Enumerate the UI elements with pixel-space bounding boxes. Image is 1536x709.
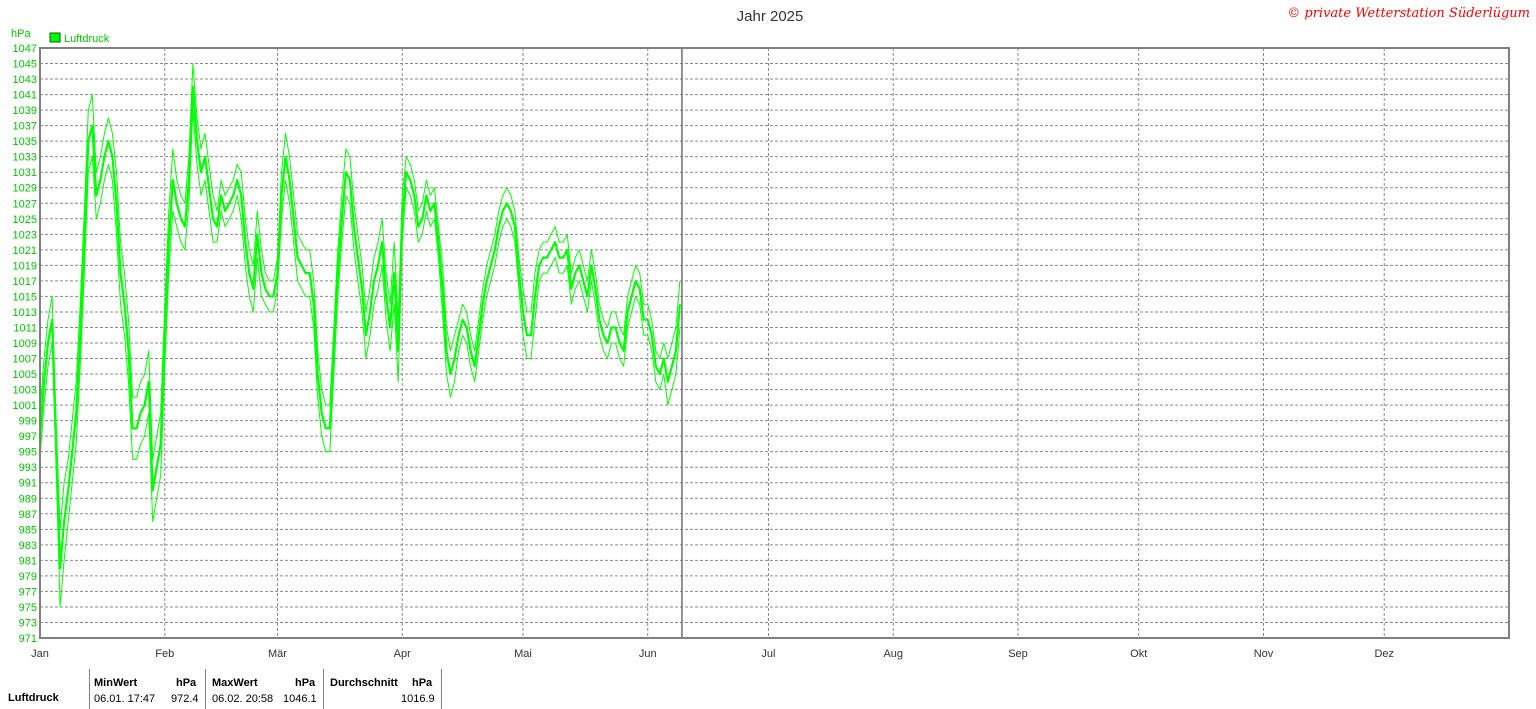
avg-unit: hPa [412, 677, 433, 689]
y-tick-label: 1001 [13, 400, 37, 412]
y-tick-label: 977 [19, 586, 37, 598]
y-tick-label: 1015 [13, 291, 37, 303]
stats-table: Luftdruck MinWert hPa 06.01. 17:47 972.4… [0, 669, 445, 709]
max-unit: hPa [295, 677, 316, 689]
x-tick-label: Nov [1254, 648, 1274, 660]
pressure-chart: Jahr 2025 © private Wetterstation Süderl… [11, 6, 1530, 660]
y-tick-label: 975 [19, 602, 37, 614]
max-header: MaxWert [212, 677, 258, 689]
stats-separator [205, 669, 206, 709]
grid-lines [40, 48, 1509, 638]
x-tick-label: Aug [883, 648, 903, 660]
max-date: 06.02. 20:58 [212, 693, 274, 705]
x-tick-label: Jul [761, 648, 775, 660]
min-header: MinWert [94, 677, 138, 689]
y-tick-label: 1025 [13, 214, 37, 226]
y-tick-label: 1043 [13, 74, 37, 86]
y-tick-label: 1027 [13, 198, 37, 210]
y-tick-label: 999 [19, 416, 37, 428]
y-tick-label: 1003 [13, 385, 37, 397]
y-tick-label: 1031 [13, 167, 37, 179]
avg-value: 1016.9 [401, 693, 435, 705]
y-tick-label: 985 [19, 524, 37, 536]
x-tick-label: Mär [268, 648, 287, 660]
stats-separator [441, 669, 442, 709]
x-tick-label: Apr [394, 648, 411, 660]
y-tick-label: 1045 [13, 59, 37, 71]
x-tick-label: Dez [1374, 648, 1394, 660]
y-tick-label: 991 [19, 478, 37, 490]
y-tick-label: 979 [19, 571, 37, 583]
y-tick-label: 1007 [13, 354, 37, 366]
x-tick-label: Jun [639, 648, 657, 660]
y-tick-label: 993 [19, 462, 37, 474]
y-tick-label: 1009 [13, 338, 37, 350]
y-tick-label: 971 [19, 633, 37, 645]
x-tick-label: Feb [155, 648, 174, 660]
series-lines [38, 63, 681, 608]
y-tick-label: 997 [19, 431, 37, 443]
y-tick-label: 1011 [13, 322, 37, 334]
y-tick-label: 983 [19, 540, 37, 552]
x-axis-month-labels: Jan Feb Mär Apr Mai Jun Jul Aug Sep Okt Nov Dez [31, 648, 1394, 660]
y-tick-label: 1033 [13, 152, 37, 164]
x-tick-label: Mai [514, 648, 532, 660]
x-tick-label: Sep [1008, 648, 1028, 660]
min-value: 972.4 [171, 693, 199, 705]
y-tick-label: 989 [19, 493, 37, 505]
y-tick-label: 1021 [13, 245, 37, 257]
y-tick-label: 1035 [13, 136, 37, 148]
y-tick-label: 973 [19, 617, 37, 629]
y-tick-label: 995 [19, 447, 37, 459]
y-tick-label: 1005 [13, 369, 37, 381]
y-tick-label: 1041 [13, 90, 37, 102]
max-value: 1046.1 [283, 693, 317, 705]
stats-row-label: Luftdruck [8, 692, 59, 704]
y-tick-label: 1023 [13, 229, 37, 241]
y-tick-label: 987 [19, 509, 37, 521]
y-tick-label: 1019 [13, 260, 37, 272]
y-axis-ticks: 971 973 975 977 979 981 983 985 987 989 991 993 995 9… [13, 43, 37, 645]
min-date: 06.01. 17:47 [94, 693, 156, 705]
y-tick-label: 1013 [13, 307, 37, 319]
y-tick-label: 1039 [13, 105, 37, 117]
legend-swatch [49, 32, 61, 43]
y-tick-label: 1037 [13, 121, 37, 133]
legend-label: Luftdruck [64, 33, 110, 45]
x-tick-label: Okt [1130, 648, 1147, 660]
y-tick-label: 981 [19, 555, 37, 567]
y-tick-label: 1029 [13, 183, 37, 195]
stats-separator [89, 669, 90, 709]
copyright-text: © private Wetterstation Süderlügum [1287, 6, 1530, 21]
y-unit-label: hPa [11, 28, 31, 40]
chart-title: Jahr 2025 [737, 8, 804, 25]
min-unit: hPa [176, 677, 197, 689]
stats-separator [323, 669, 324, 709]
y-tick-label: 1047 [13, 43, 37, 55]
x-tick-label: Jan [31, 648, 49, 660]
avg-header: Durchschnitt [330, 677, 398, 689]
y-tick-label: 1017 [13, 276, 37, 288]
